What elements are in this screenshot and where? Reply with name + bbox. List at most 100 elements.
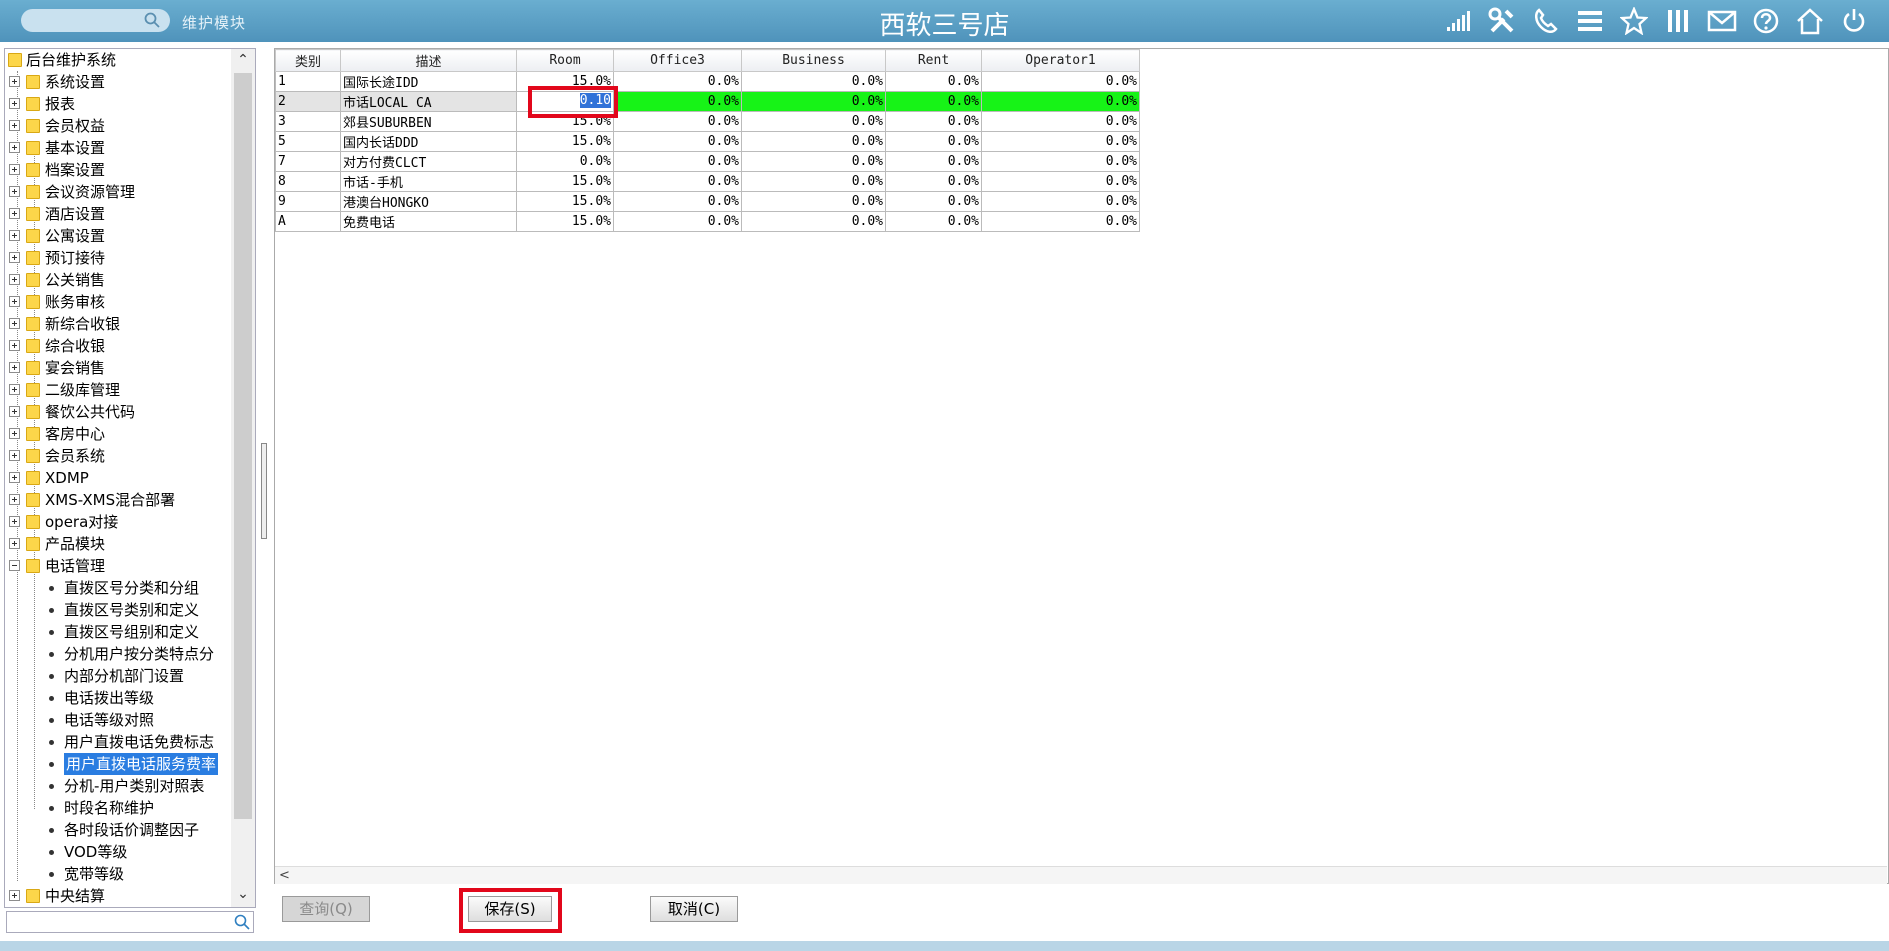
search-icon[interactable] xyxy=(234,914,250,934)
expand-icon[interactable] xyxy=(9,142,20,153)
expand-icon[interactable] xyxy=(9,274,20,285)
folder-icon xyxy=(26,889,40,903)
signal-icon[interactable] xyxy=(1443,6,1473,36)
table-row[interactable]: A 免费电话 15.0% 0.0% 0.0% 0.0% 0.0% xyxy=(275,211,1140,232)
table-row[interactable]: 8 市话-手机 15.0% 0.0% 0.0% 0.0% 0.0% xyxy=(275,171,1140,192)
folder-icon xyxy=(26,273,40,287)
query-button[interactable]: 查询(Q) xyxy=(282,896,370,922)
expand-icon[interactable] xyxy=(9,230,20,241)
expand-icon[interactable] xyxy=(9,890,20,901)
home-icon[interactable] xyxy=(1795,6,1825,36)
highlight-box xyxy=(528,86,618,118)
folder-icon xyxy=(8,53,22,67)
expand-icon[interactable] xyxy=(9,120,20,131)
folder-icon xyxy=(26,119,40,133)
folder-icon xyxy=(26,185,40,199)
expand-icon[interactable] xyxy=(9,428,20,439)
folder-icon xyxy=(26,75,40,89)
scroll-thumb[interactable] xyxy=(234,73,252,819)
folder-icon xyxy=(26,427,40,441)
bullet-icon xyxy=(49,740,54,745)
folder-icon xyxy=(26,449,40,463)
menu-icon[interactable] xyxy=(1575,6,1605,36)
folder-icon xyxy=(26,405,40,419)
folder-icon xyxy=(26,361,40,375)
bullet-icon xyxy=(49,718,54,723)
scroll-down-icon[interactable]: ⌄ xyxy=(231,883,255,905)
table-row[interactable]: 9 港澳台HONGKO 15.0% 0.0% 0.0% 0.0% 0.0% xyxy=(275,191,1140,212)
expand-icon[interactable] xyxy=(9,186,20,197)
expand-icon[interactable] xyxy=(9,340,20,351)
column-header[interactable]: Business xyxy=(741,49,886,72)
expand-icon[interactable] xyxy=(9,252,20,263)
columns-icon[interactable] xyxy=(1663,6,1693,36)
help-icon[interactable] xyxy=(1751,6,1781,36)
tree-scrollbar[interactable]: ⌃ ⌄ xyxy=(231,49,255,907)
folder-icon xyxy=(26,163,40,177)
bullet-icon xyxy=(49,608,54,613)
folder-icon xyxy=(26,383,40,397)
folder-icon xyxy=(26,229,40,243)
highlight-box xyxy=(459,888,562,933)
top-bar: 维护模块 西软三号店 xyxy=(0,0,1889,42)
bullet-icon xyxy=(49,630,54,635)
expand-icon[interactable] xyxy=(9,472,20,483)
folder-icon xyxy=(26,471,40,485)
expand-icon[interactable] xyxy=(9,516,20,527)
folder-icon xyxy=(26,141,40,155)
folder-icon xyxy=(26,97,40,111)
bullet-icon xyxy=(49,872,54,877)
table-row[interactable]: 1 国际长途IDD 15.0% 0.0% 0.0% 0.0% 0.0% xyxy=(275,71,1140,92)
grid-horizontal-scrollbar[interactable]: < xyxy=(275,866,1887,884)
expand-icon[interactable] xyxy=(9,494,20,505)
table-row[interactable]: 5 国内长话DDD 15.0% 0.0% 0.0% 0.0% 0.0% xyxy=(275,131,1140,152)
bullet-icon xyxy=(49,586,54,591)
phone-icon[interactable] xyxy=(1531,6,1561,36)
cancel-button[interactable]: 取消(C) xyxy=(650,896,738,922)
bullet-icon xyxy=(49,828,54,833)
expand-icon[interactable] xyxy=(9,296,20,307)
table-row[interactable]: 7 对方付费CLCT 0.0% 0.0% 0.0% 0.0% 0.0% xyxy=(275,151,1140,172)
expand-icon[interactable] xyxy=(9,98,20,109)
folder-icon xyxy=(26,537,40,551)
bullet-icon xyxy=(49,674,54,679)
scroll-left-icon[interactable]: < xyxy=(279,867,290,884)
expand-icon[interactable] xyxy=(9,538,20,549)
expand-icon[interactable] xyxy=(9,384,20,395)
tools-icon[interactable] xyxy=(1487,6,1517,36)
bullet-icon xyxy=(49,696,54,701)
toolbar-icons xyxy=(1443,5,1869,37)
folder-icon xyxy=(26,515,40,529)
column-header[interactable]: Room xyxy=(516,49,614,72)
status-strip xyxy=(0,941,1889,951)
expand-icon[interactable] xyxy=(9,164,20,175)
folder-icon xyxy=(26,559,40,573)
column-header[interactable]: 描述 xyxy=(340,49,517,72)
expand-icon[interactable] xyxy=(9,76,20,87)
splitter-handle[interactable] xyxy=(261,443,267,539)
folder-icon xyxy=(26,207,40,221)
column-header[interactable]: 类别 xyxy=(275,49,341,72)
collapse-icon[interactable] xyxy=(9,560,20,571)
column-header[interactable]: Rent xyxy=(885,49,982,72)
bullet-icon xyxy=(49,762,54,767)
expand-icon[interactable] xyxy=(9,208,20,219)
column-header[interactable]: Office3 xyxy=(613,49,742,72)
folder-icon xyxy=(26,251,40,265)
expand-icon[interactable] xyxy=(9,362,20,373)
power-icon[interactable] xyxy=(1839,6,1869,36)
scroll-up-icon[interactable]: ⌃ xyxy=(231,49,255,71)
rate-grid: 类别 描述 Room Office3 Business Rent Operato… xyxy=(275,49,1140,232)
bullet-icon xyxy=(49,784,54,789)
tree-search-input[interactable] xyxy=(6,911,254,933)
column-header[interactable]: Operator1 xyxy=(981,49,1140,72)
star-icon[interactable] xyxy=(1619,6,1649,36)
mail-icon[interactable] xyxy=(1707,6,1737,36)
table-row[interactable]: 3 郊县SUBURBEN 15.0% 0.0% 0.0% 0.0% 0.0% xyxy=(275,111,1140,132)
bullet-icon xyxy=(49,806,54,811)
folder-icon xyxy=(26,295,40,309)
expand-icon[interactable] xyxy=(9,318,20,329)
expand-icon[interactable] xyxy=(9,406,20,417)
expand-icon[interactable] xyxy=(9,450,20,461)
table-row-active[interactable]: 2 市话LOCAL CA 0.10 0.0% 0.0% 0.0% 0.0% xyxy=(275,91,1140,112)
